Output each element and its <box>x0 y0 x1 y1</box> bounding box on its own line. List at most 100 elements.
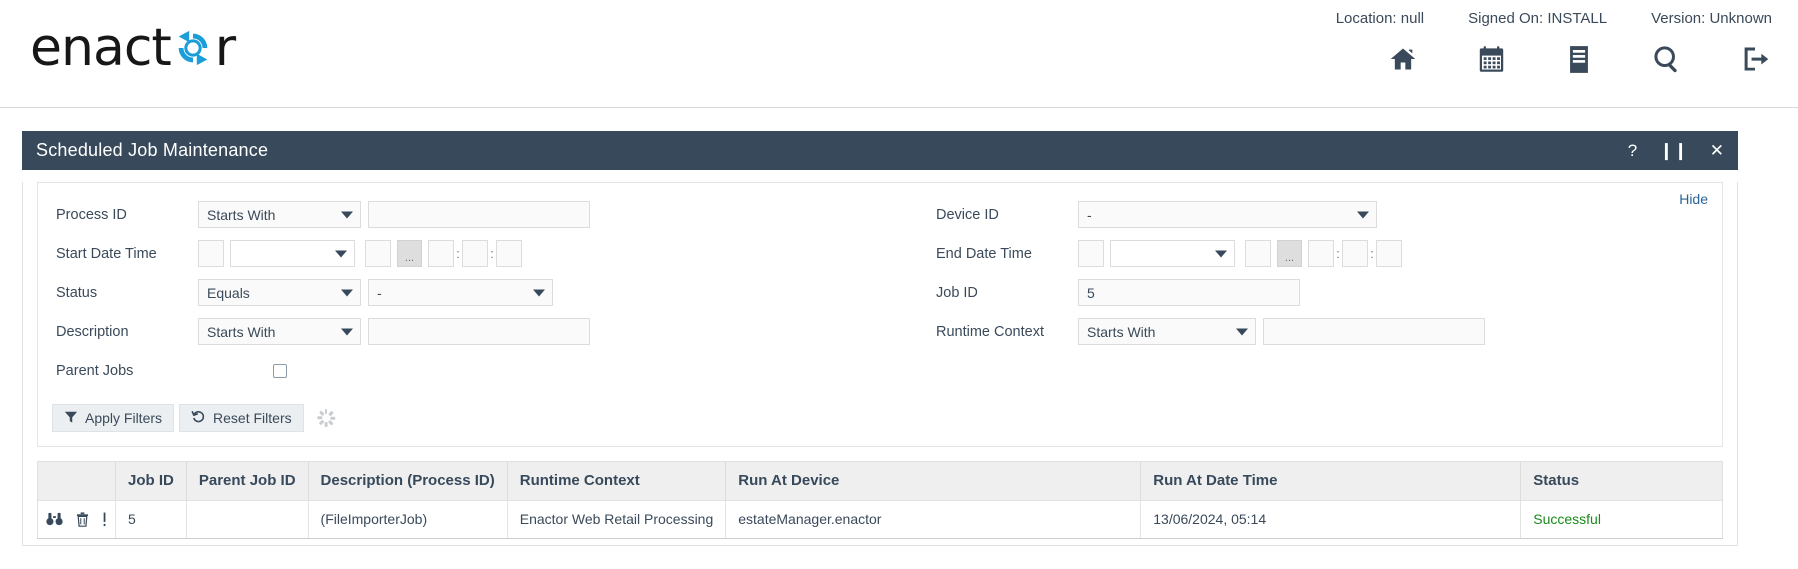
apply-filters-label: Apply Filters <box>85 410 163 426</box>
start-time-colon-1: : <box>456 246 460 261</box>
chevron-down-icon <box>1357 211 1369 218</box>
chevron-down-icon <box>533 289 545 296</box>
filter-row-process-device: Process ID Starts With Device ID - <box>38 195 1722 234</box>
hide-filters-link[interactable]: Hide <box>1679 191 1708 207</box>
end-date-time-label: End Date Time <box>936 245 1032 262</box>
column-header-description: Description (Process ID) <box>308 462 508 500</box>
scheduled-jobs-table: Job ID Parent Job ID Description (Proces… <box>37 461 1723 539</box>
description-operator-select[interactable]: Starts With <box>198 318 361 345</box>
filter-actions: Apply Filters Reset Filters <box>52 404 1722 432</box>
end-date-time-minute-input[interactable] <box>1342 240 1368 267</box>
logout-icon[interactable] <box>1738 42 1772 76</box>
cell-parent-job-id <box>186 499 309 538</box>
status-operator-select[interactable]: Equals <box>198 279 361 306</box>
location-status: Location: null <box>1335 10 1425 27</box>
status-value: - <box>377 284 382 301</box>
trash-icon[interactable] <box>76 512 89 527</box>
version-status: Version: Unknown <box>1651 10 1772 27</box>
status-value-select[interactable]: - <box>368 279 553 306</box>
refresh-circle-icon <box>172 27 214 69</box>
panel-body: Hide Process ID Starts With Device ID - … <box>22 182 1738 546</box>
process-id-operator-value: Starts With <box>207 206 276 223</box>
undo-icon <box>191 409 206 427</box>
filter-row-parent-jobs: Parent Jobs <box>38 351 1722 390</box>
column-header-actions <box>38 462 116 500</box>
end-date-time-day-input[interactable] <box>1245 240 1271 267</box>
cell-run-at-device: estateManager.enactor <box>725 499 1142 538</box>
home-icon[interactable] <box>1386 42 1420 76</box>
job-id-label: Job ID <box>936 284 978 301</box>
device-id-value: - <box>1087 206 1092 223</box>
table-header-row: Job ID Parent Job ID Description (Proces… <box>38 462 1722 500</box>
calendar-icon[interactable] <box>1474 42 1508 76</box>
exclamation-icon[interactable] <box>102 512 107 527</box>
header-meta: Location: null Signed On: INSTALL Versio… <box>1336 10 1772 27</box>
reset-filters-button[interactable]: Reset Filters <box>179 404 304 432</box>
description-operator-value: Starts With <box>207 323 276 340</box>
funnel-icon <box>64 410 78 427</box>
chevron-down-icon <box>1236 328 1248 335</box>
scheduled-job-maintenance-panel: Scheduled Job Maintenance ? ❙❙ ✕ Hide Pr… <box>22 131 1738 546</box>
apply-filters-button[interactable]: Apply Filters <box>52 404 175 432</box>
description-input[interactable] <box>368 318 590 345</box>
device-id-label: Device ID <box>936 206 999 223</box>
binoculars-icon[interactable] <box>46 512 63 526</box>
reset-filters-label: Reset Filters <box>213 410 292 426</box>
start-date-time-second-input[interactable] <box>496 240 522 267</box>
filter-row-status-jobid: Status Equals - Job ID 5 <box>38 273 1722 312</box>
parent-jobs-checkbox[interactable] <box>272 363 287 378</box>
cell-description: (FileImporterJob) <box>308 499 508 538</box>
chevron-down-icon <box>341 211 353 218</box>
status-badge: Successful <box>1520 499 1722 538</box>
chevron-down-icon <box>341 328 353 335</box>
end-time-colon-1: : <box>1336 246 1340 261</box>
start-date-time-picker-button[interactable]: ... <box>397 240 422 267</box>
list-icon[interactable] <box>1562 42 1596 76</box>
cell-job-id: 5 <box>115 499 187 538</box>
end-date-time-second-input[interactable] <box>1376 240 1402 267</box>
signed-on-status: Signed On: INSTALL <box>1468 10 1608 27</box>
status-operator-value: Equals <box>207 284 250 301</box>
status-label: Status <box>56 284 98 301</box>
app-header: enact r Location: null Signed On: INSTAL… <box>0 0 1798 108</box>
chevron-down-icon <box>335 250 347 257</box>
chevron-down-icon <box>341 289 353 296</box>
end-date-time-month-select[interactable] <box>1110 240 1235 267</box>
start-date-time-prefix-input[interactable] <box>198 240 224 267</box>
start-date-time-hour-input[interactable] <box>428 240 454 267</box>
filter-row-date-times: Start Date Time ... : : End Date Time ..… <box>38 234 1722 273</box>
column-header-status: Status <box>1520 462 1722 500</box>
device-id-select[interactable]: - <box>1078 201 1377 228</box>
app-root: enact r Location: null Signed On: INSTAL… <box>0 0 1798 569</box>
parent-jobs-label: Parent Jobs <box>56 362 134 379</box>
start-date-time-month-select[interactable] <box>230 240 355 267</box>
process-id-operator-select[interactable]: Starts With <box>198 201 361 228</box>
close-button[interactable]: ✕ <box>1710 142 1724 159</box>
search-icon[interactable] <box>1650 42 1684 76</box>
end-date-time-prefix-input[interactable] <box>1078 240 1104 267</box>
logo-text-right: r <box>214 18 236 78</box>
start-date-time-day-input[interactable] <box>365 240 391 267</box>
end-date-time-hour-input[interactable] <box>1308 240 1334 267</box>
job-id-input[interactable]: 5 <box>1078 279 1300 306</box>
end-date-time-picker-button[interactable]: ... <box>1277 240 1302 267</box>
cell-run-at-date-time: 13/06/2024, 05:14 <box>1140 499 1522 538</box>
runtime-context-operator-value: Starts With <box>1087 323 1156 340</box>
end-time-colon-2: : <box>1370 246 1374 261</box>
filter-section: Hide Process ID Starts With Device ID - … <box>37 182 1723 447</box>
help-button[interactable]: ? <box>1628 142 1637 159</box>
process-id-input[interactable] <box>368 201 590 228</box>
column-header-run-at-date-time: Run At Date Time <box>1140 462 1522 500</box>
column-header-run-at-device: Run At Device <box>725 462 1142 500</box>
cell-runtime-context: Enactor Web Retail Processing <box>507 499 727 538</box>
enactor-logo: enact r <box>30 18 236 78</box>
runtime-context-input[interactable] <box>1263 318 1485 345</box>
pause-button[interactable]: ❙❙ <box>1659 142 1688 159</box>
start-date-time-minute-input[interactable] <box>462 240 488 267</box>
runtime-context-operator-select[interactable]: Starts With <box>1078 318 1256 345</box>
runtime-context-label: Runtime Context <box>936 323 1044 340</box>
table-row[interactable]: 5 (FileImporterJob) Enactor Web Retail P… <box>38 499 1722 538</box>
logo-text-left: enact <box>30 18 172 78</box>
description-label: Description <box>56 323 129 340</box>
column-header-runtime-context: Runtime Context <box>507 462 727 500</box>
